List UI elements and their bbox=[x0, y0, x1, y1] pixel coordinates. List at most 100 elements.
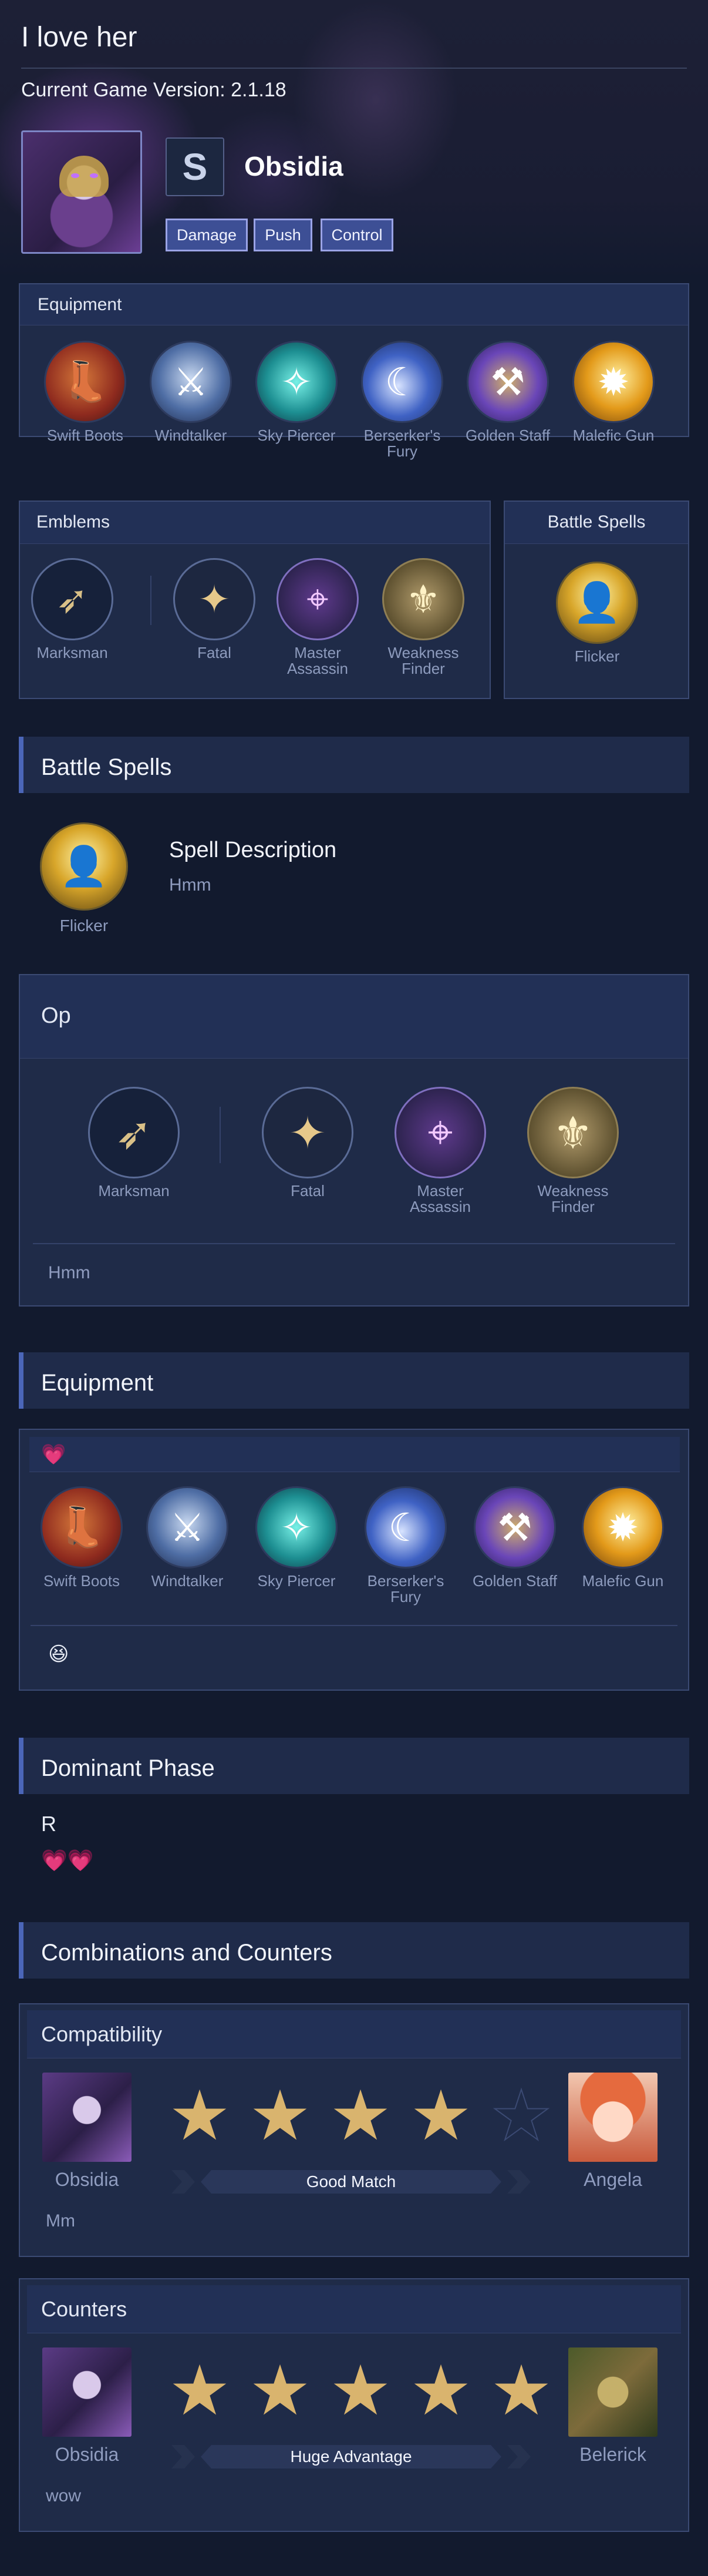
battle-spells-panel-title: Battle Spells bbox=[547, 512, 646, 532]
title-divider bbox=[21, 68, 687, 69]
equipment-item[interactable]: ⚒ Golden Staff bbox=[471, 1486, 559, 1589]
tag-control[interactable]: Control bbox=[321, 219, 393, 251]
windtalker-icon: ⚔ bbox=[150, 341, 232, 423]
hero-name-label: Obsidia bbox=[55, 2444, 119, 2465]
star-filled-icon: ★ bbox=[410, 2077, 472, 2155]
hero-name-label: Obsidia bbox=[55, 2169, 119, 2190]
equipment-panel-header: Equipment bbox=[20, 284, 688, 325]
hero-name: Obsidia bbox=[244, 151, 343, 182]
golden-staff-icon: ⚒ bbox=[467, 341, 549, 423]
spell-description-title: Spell Description bbox=[169, 838, 337, 862]
belerick-avatar[interactable] bbox=[568, 2347, 658, 2437]
game-version-label: Current Game Version: 2.1.18 bbox=[21, 79, 286, 101]
malefic-gun-icon: ✹ bbox=[572, 341, 655, 423]
berserkers-fury-icon: ☾ bbox=[365, 1486, 447, 1569]
equipment-item-label: Swift Boots bbox=[43, 1572, 120, 1590]
fatal-talent-icon: ✦ bbox=[173, 558, 255, 640]
emblem-divider bbox=[150, 576, 151, 625]
dominant-phase-heading: Dominant Phase bbox=[19, 1738, 689, 1794]
master-assassin-icon: ⌖ bbox=[277, 558, 359, 640]
emblem-build-divider bbox=[33, 1243, 675, 1244]
equipment-item[interactable]: ✧ Sky Piercer bbox=[252, 341, 340, 444]
battle-spell-detail[interactable]: 👤 Flicker bbox=[39, 822, 129, 935]
emblem-item[interactable]: ➶ Marksman bbox=[28, 558, 116, 661]
tag-push[interactable]: Push bbox=[254, 219, 312, 251]
emblem-build-note: Hmm bbox=[48, 1263, 90, 1282]
emblem-item-label: Master Assassin bbox=[286, 644, 349, 677]
equipment-item-label: Golden Staff bbox=[465, 426, 551, 444]
star-empty-icon: ★ bbox=[490, 2077, 553, 2155]
section-heading-text: Dominant Phase bbox=[41, 1755, 215, 1781]
equipment-item[interactable]: ✹ Malefic Gun bbox=[579, 1486, 667, 1589]
star-filled-icon: ★ bbox=[490, 2352, 552, 2430]
emblem-item[interactable]: ✦ Fatal bbox=[170, 558, 258, 661]
tag-damage[interactable]: Damage bbox=[166, 219, 248, 251]
weakness-finder-icon: ⚜ bbox=[382, 558, 464, 640]
emblems-panel-title: Emblems bbox=[36, 512, 110, 532]
equipment-item-label: Windtalker bbox=[151, 1572, 224, 1590]
emblem-build-header: Op bbox=[20, 975, 688, 1059]
arrow-left-icon bbox=[171, 2445, 195, 2468]
equipment-item[interactable]: ✹ Malefic Gun bbox=[569, 341, 658, 444]
obsidia-avatar[interactable] bbox=[42, 2073, 132, 2162]
counters-title: Counters bbox=[41, 2297, 127, 2321]
equipment-item[interactable]: ☾ Berserker's Fury bbox=[358, 341, 446, 459]
spell-description-text: Hmm bbox=[169, 875, 211, 895]
boots-icon: 👢 bbox=[41, 1486, 123, 1569]
equipment-build-title: 💗 bbox=[41, 1443, 66, 1466]
section-heading-text: Combinations and Counters bbox=[41, 1940, 332, 1966]
emblem-item-label: Fatal bbox=[197, 644, 231, 661]
equipment-heading: Equipment bbox=[19, 1352, 689, 1409]
equipment-item[interactable]: 👢 Swift Boots bbox=[41, 341, 129, 444]
section-heading-text: Equipment bbox=[41, 1370, 154, 1396]
mage-role-icon: S bbox=[166, 137, 224, 196]
obsidia-avatar[interactable] bbox=[42, 2347, 132, 2437]
dominant-phase-text: R bbox=[41, 1812, 56, 1836]
equipment-item[interactable]: ✧ Sky Piercer bbox=[252, 1486, 340, 1589]
equipment-item-label: Berserker's Fury bbox=[367, 1572, 444, 1606]
golden-staff-icon: ⚒ bbox=[474, 1486, 556, 1569]
hero-eye-art bbox=[90, 173, 98, 178]
equipment-panel-title: Equipment bbox=[38, 295, 122, 314]
marksman-emblem-icon: ➶ bbox=[31, 558, 113, 640]
emblem-item[interactable]: ➶ Marksman bbox=[87, 1087, 181, 1199]
equipment-item-label: Sky Piercer bbox=[257, 1572, 336, 1590]
battle-spells-heading: Battle Spells bbox=[19, 737, 689, 793]
emblem-item[interactable]: ✦ Fatal bbox=[261, 1087, 355, 1199]
emblem-item-label: Marksman bbox=[98, 1182, 170, 1200]
dominant-phase-emoji: 💗💗 bbox=[41, 1848, 94, 1872]
battle-spell-item[interactable]: 👤 Flicker bbox=[553, 562, 641, 664]
emblem-item-label: Master Assassin bbox=[409, 1182, 471, 1215]
emblem-item[interactable]: ⚜ Weakness Finder bbox=[526, 1087, 620, 1214]
star-filled-icon: ★ bbox=[410, 2352, 472, 2430]
counters-note: wow bbox=[46, 2486, 82, 2506]
emblem-item[interactable]: ⌖ Master Assassin bbox=[274, 558, 362, 676]
compatibility-panel: Compatibility Obsidia Good Match Angela … bbox=[19, 2003, 689, 2257]
battle-spell-label: Flicker bbox=[59, 916, 109, 935]
equipment-build-divider bbox=[31, 1625, 677, 1626]
star-filled-icon: ★ bbox=[329, 2077, 392, 2155]
equipment-item[interactable]: 👢 Swift Boots bbox=[38, 1486, 126, 1589]
emblem-item[interactable]: ⌖ Master Assassin bbox=[393, 1087, 487, 1214]
equipment-item[interactable]: ⚔ Windtalker bbox=[147, 341, 235, 444]
compatibility-header: Compatibility bbox=[27, 2010, 681, 2058]
equipment-item[interactable]: ⚔ Windtalker bbox=[143, 1486, 231, 1589]
master-assassin-icon: ⌖ bbox=[395, 1087, 486, 1178]
emblem-item-label: Weakness Finder bbox=[387, 644, 459, 677]
emblem-item[interactable]: ⚜ Weakness Finder bbox=[379, 558, 467, 676]
equipment-item[interactable]: ⚒ Golden Staff bbox=[464, 341, 552, 444]
emblem-item-label: Weakness Finder bbox=[537, 1182, 609, 1215]
compatibility-verdict: Good Match bbox=[201, 2170, 501, 2194]
equipment-item[interactable]: ☾ Berserker's Fury bbox=[362, 1486, 450, 1604]
flicker-icon: 👤 bbox=[40, 822, 128, 911]
arrow-left-icon bbox=[171, 2170, 195, 2194]
angela-avatar[interactable] bbox=[568, 2073, 658, 2162]
battle-spell-label: Flicker bbox=[574, 647, 620, 665]
star-filled-icon: ★ bbox=[329, 2352, 392, 2430]
equipment-panel: Equipment 👢 Swift Boots ⚔ Windtalker ✧ S… bbox=[19, 283, 689, 459]
hero-mask-art bbox=[59, 156, 109, 197]
battle-spells-panel-header: Battle Spells bbox=[505, 502, 688, 544]
emblems-panel-header: Emblems bbox=[20, 502, 490, 544]
marksman-emblem-icon: ➶ bbox=[88, 1087, 180, 1178]
sky-piercer-icon: ✧ bbox=[255, 1486, 338, 1569]
